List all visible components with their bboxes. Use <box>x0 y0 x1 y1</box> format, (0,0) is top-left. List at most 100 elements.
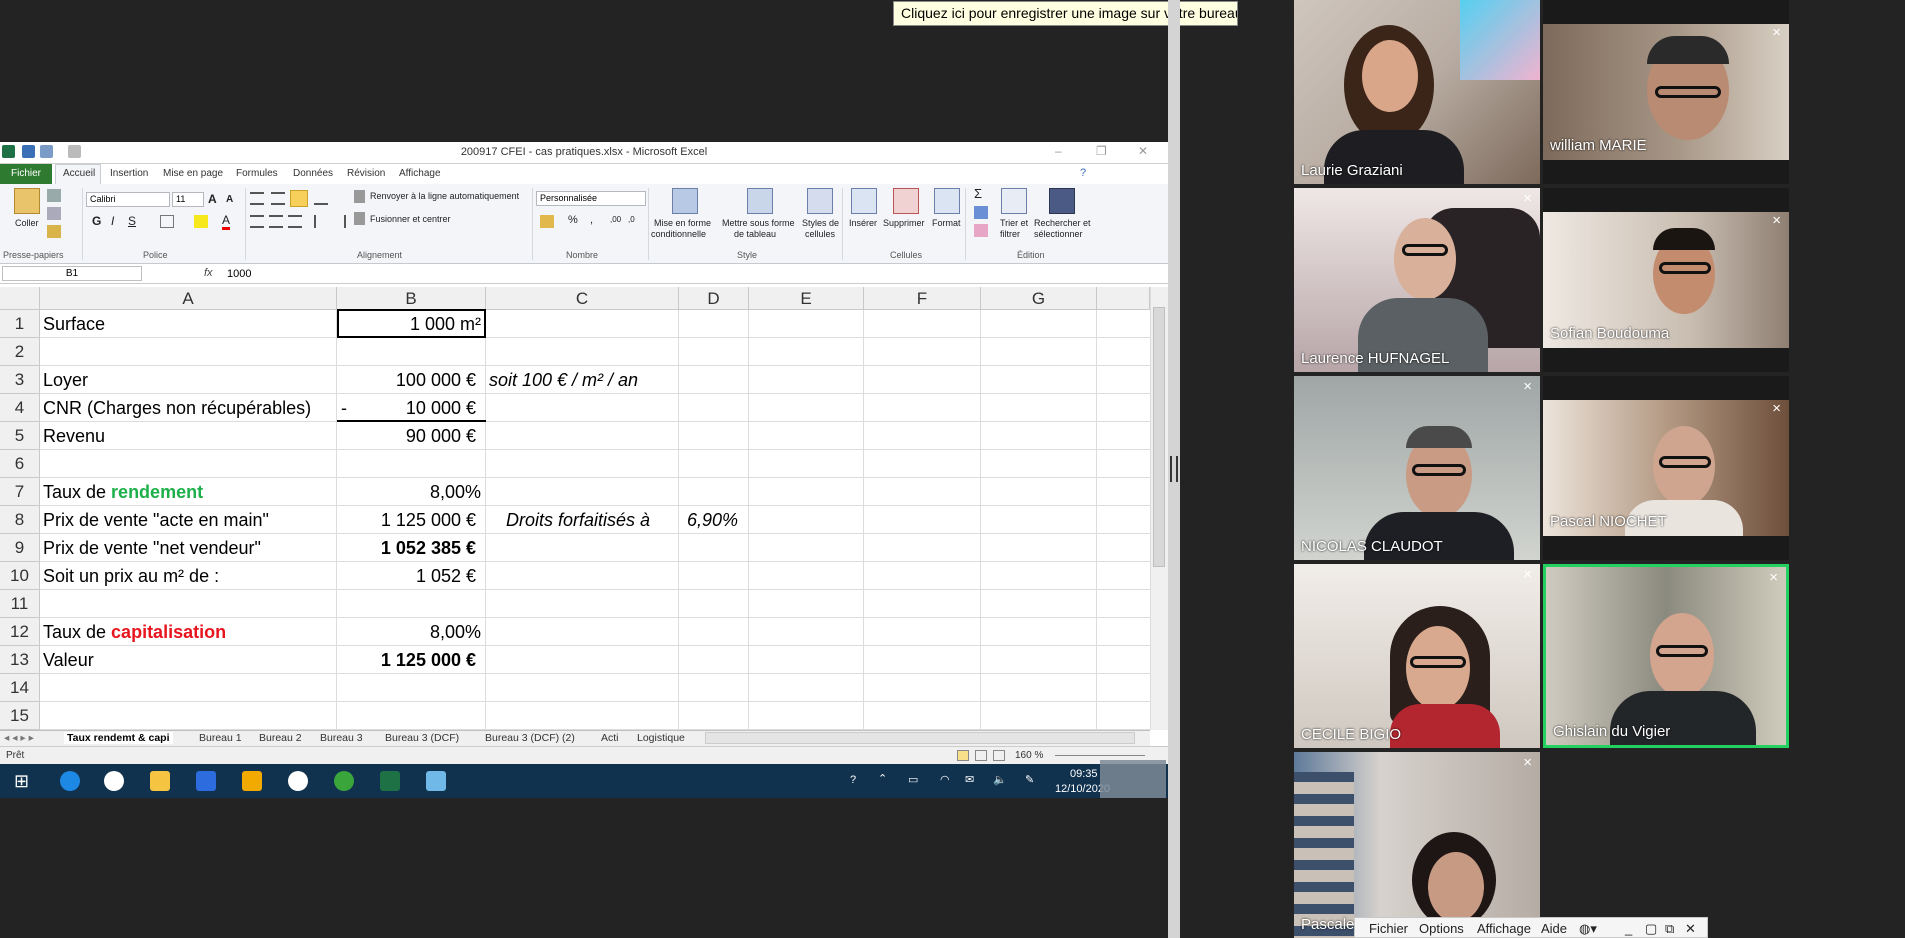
sheet-tab[interactable]: Bureau 3 (DCF) <box>385 732 459 744</box>
find-select-label-2[interactable]: sélectionner <box>1034 229 1083 239</box>
close-icon[interactable]: × <box>1523 754 1532 771</box>
decrease-decimal-icon[interactable]: ,0 <box>628 215 635 224</box>
video-tile[interactable]: william MARIE × <box>1543 0 1789 184</box>
close-icon[interactable]: × <box>1772 400 1781 417</box>
minimize-icon[interactable]: _ <box>1625 921 1632 936</box>
tab-fichier[interactable]: Fichier <box>0 164 52 184</box>
col-header-e[interactable]: E <box>749 287 864 310</box>
cell-b3[interactable]: 100 000 € <box>340 366 476 394</box>
formula-input[interactable]: 1000 <box>227 268 251 280</box>
sheet-nav-icon[interactable]: ◂ ◂ ▸ ▸ <box>4 732 34 744</box>
increase-indent-icon[interactable] <box>332 215 346 228</box>
format-painter-icon[interactable] <box>47 225 61 238</box>
page-break-icon[interactable] <box>993 750 1005 761</box>
cell-b7[interactable]: 8,00% <box>340 478 481 506</box>
row-header[interactable]: 11 <box>0 590 40 618</box>
zoom-slider[interactable] <box>1055 755 1145 756</box>
video-tile[interactable]: Laurie Graziani <box>1294 0 1540 184</box>
row-header[interactable]: 3 <box>0 366 40 394</box>
sort-filter-label-2[interactable]: filtrer <box>1000 229 1020 239</box>
sheet-tab[interactable]: Bureau 3 (DCF) (2) <box>485 732 575 744</box>
itunes-icon[interactable] <box>288 771 308 791</box>
orientation-icon[interactable] <box>314 192 328 205</box>
video-tile[interactable]: Laurence HUFNAGEL × <box>1294 188 1540 372</box>
thousands-icon[interactable]: , <box>590 214 593 226</box>
wrap-text-icon[interactable] <box>354 190 365 203</box>
volume-icon[interactable]: 🔈 <box>993 773 1007 786</box>
page-layout-icon[interactable] <box>975 750 987 761</box>
align-left-icon[interactable] <box>250 215 264 228</box>
cell-a10[interactable]: Soit un prix au m² de : <box>43 562 219 590</box>
bold-icon[interactable]: G <box>92 214 101 228</box>
conditional-format-label-2[interactable]: conditionnelle <box>651 229 706 239</box>
save-image-tooltip[interactable]: Cliquez ici pour enregistrer une image s… <box>893 1 1238 26</box>
menu-aide[interactable]: Aide <box>1541 921 1567 936</box>
shrink-font-icon[interactable]: A <box>226 194 233 205</box>
italic-icon[interactable]: I <box>111 214 114 228</box>
cell-b4[interactable]: 10 000 € <box>360 394 476 422</box>
cell-b10[interactable]: 1 052 € <box>340 562 476 590</box>
close-icon[interactable]: ✕ <box>1685 921 1696 937</box>
zoom-app-icon[interactable] <box>426 771 446 791</box>
sort-filter-icon[interactable] <box>1001 188 1027 214</box>
grow-font-icon[interactable]: A <box>208 192 217 206</box>
maximize-icon[interactable]: ▢ <box>1645 921 1657 937</box>
video-tile[interactable]: NICOLAS CLAUDOT × <box>1294 376 1540 560</box>
close-icon[interactable]: × <box>1523 378 1532 395</box>
format-table-label-2[interactable]: de tableau <box>734 229 776 239</box>
tab-accueil[interactable]: Accueil <box>55 164 101 185</box>
find-select-label-1[interactable]: Rechercher et <box>1034 218 1091 228</box>
cell-d8[interactable]: 6,90% <box>687 506 738 534</box>
row-header[interactable]: 13 <box>0 646 40 674</box>
video-tile[interactable]: Pascal NIOCHET × <box>1543 376 1789 560</box>
wifi-icon[interactable]: ◠ <box>940 773 950 786</box>
sheet-tab-active[interactable]: Taux rendemt & capi <box>64 732 173 744</box>
cell-styles-label-1[interactable]: Styles de <box>802 218 839 228</box>
file-explorer-icon[interactable] <box>150 771 170 791</box>
paste-label[interactable]: Coller <box>15 218 39 228</box>
font-color-icon[interactable]: A <box>222 213 231 230</box>
clear-icon[interactable] <box>974 224 988 237</box>
close-icon[interactable]: × <box>1769 569 1778 586</box>
cell-a4[interactable]: CNR (Charges non récupérables) <box>43 394 311 422</box>
menu-affichage[interactable]: Affichage <box>1477 921 1531 936</box>
cell-a5[interactable]: Revenu <box>43 422 105 450</box>
close-icon[interactable]: × <box>1772 24 1781 41</box>
row-header[interactable]: 15 <box>0 702 40 730</box>
video-tile[interactable]: Sofian Boudouma × <box>1543 188 1789 372</box>
row-header[interactable]: 2 <box>0 338 40 366</box>
borders-icon[interactable] <box>160 215 174 228</box>
font-name-select[interactable]: Calibri <box>86 192 170 207</box>
cell-styles-label-2[interactable]: cellules <box>805 229 835 239</box>
sheet-tab[interactable]: Bureau 3 <box>320 732 363 744</box>
col-header-b[interactable]: B <box>337 287 486 310</box>
cell-a1[interactable]: Surface <box>43 310 105 338</box>
cell-a8[interactable]: Prix de vente "acte en main" <box>43 506 269 534</box>
row-header[interactable]: 12 <box>0 618 40 646</box>
sheet-tab[interactable]: Bureau 2 <box>259 732 302 744</box>
windows-start-icon[interactable]: ⊞ <box>14 771 29 792</box>
tab-donnees[interactable]: Données <box>293 168 333 179</box>
menu-fichier[interactable]: Fichier <box>1369 921 1408 936</box>
align-middle-icon[interactable] <box>271 192 285 205</box>
percent-icon[interactable]: % <box>568 214 578 226</box>
row-header[interactable]: 10 <box>0 562 40 590</box>
find-select-icon[interactable] <box>1049 188 1075 214</box>
paste-icon[interactable] <box>14 188 40 214</box>
tab-affichage[interactable]: Affichage <box>399 168 441 179</box>
align-bottom-icon[interactable] <box>290 190 308 207</box>
copy-icon[interactable] <box>47 207 61 220</box>
help-tray-icon[interactable]: ? <box>850 774 856 786</box>
store-icon[interactable] <box>196 771 216 791</box>
cell-a13[interactable]: Valeur <box>43 646 94 674</box>
number-format-select[interactable]: Personnalisée <box>536 191 646 206</box>
select-all-corner[interactable] <box>0 287 40 310</box>
merge-icon[interactable] <box>354 212 365 225</box>
clock-time[interactable]: 09:35 <box>1070 768 1098 780</box>
close-icon[interactable]: × <box>1523 190 1532 207</box>
insert-cells-icon[interactable] <box>851 188 877 214</box>
col-header-f[interactable]: F <box>864 287 981 310</box>
popout-icon[interactable]: ⧉ <box>1665 921 1674 937</box>
search-icon[interactable] <box>104 771 124 791</box>
tab-insertion[interactable]: Insertion <box>110 168 148 179</box>
